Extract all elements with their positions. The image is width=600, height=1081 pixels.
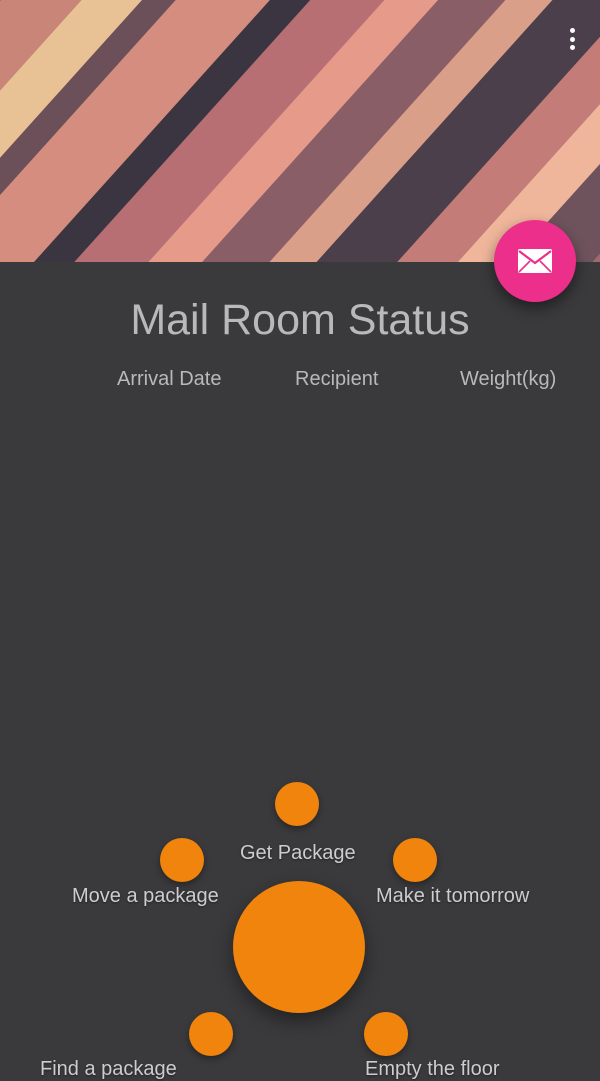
make-it-tomorrow-button[interactable] [393, 838, 437, 882]
get-package-label[interactable]: Get Package [240, 842, 356, 865]
empty-floor-button[interactable] [364, 1012, 408, 1056]
move-package-button[interactable] [160, 838, 204, 882]
more-dot [569, 36, 575, 42]
action-menu-main-button[interactable] [233, 881, 365, 1013]
column-header-weight: Weight(kg) [460, 368, 557, 390]
mail-icon [518, 249, 552, 273]
get-package-button[interactable] [275, 782, 319, 826]
make-it-tomorrow-label[interactable]: Make it tomorrow [376, 885, 529, 908]
more-dot [569, 45, 575, 50]
page-title: Mail Room Status [130, 296, 470, 344]
column-header-recipient: Recipient [295, 368, 379, 390]
move-package-label[interactable]: Move a package [72, 885, 219, 908]
compose-mail-button[interactable] [494, 220, 576, 302]
find-package-button[interactable] [189, 1012, 233, 1056]
more-vert-icon[interactable] [564, 24, 580, 54]
find-package-label[interactable]: Find a package [40, 1058, 177, 1081]
header-image [0, 0, 600, 262]
empty-floor-label[interactable]: Empty the floor [365, 1058, 500, 1081]
column-header-arrival-date: Arrival Date [117, 368, 222, 390]
abstract-stripes-image [0, 0, 600, 262]
more-dot [569, 28, 575, 33]
